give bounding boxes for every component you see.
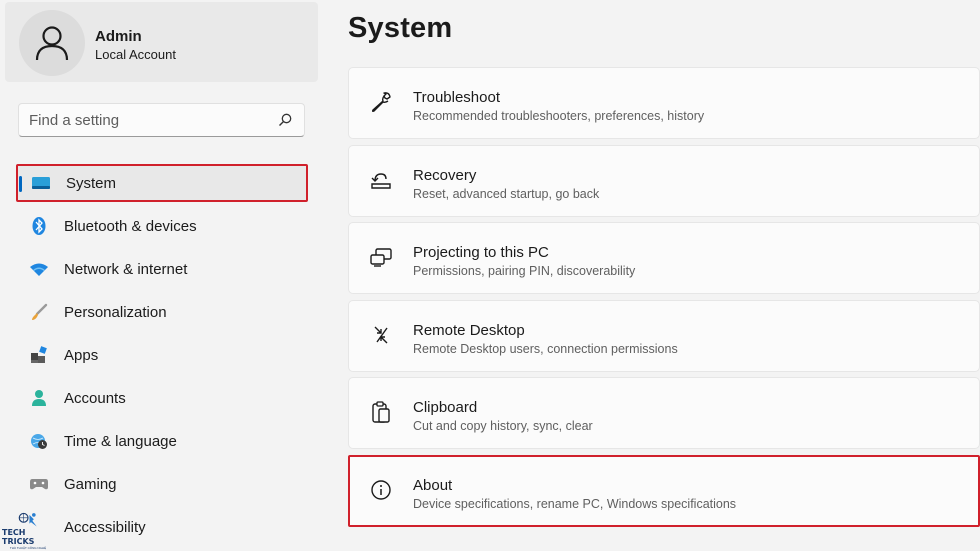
sidebar-nav: System Bluetooth & devices Network & int… [16, 164, 308, 551]
settings-card-remote-desktop[interactable]: Remote Desktop Remote Desktop users, con… [348, 299, 980, 372]
bluetooth-icon [28, 215, 50, 237]
card-description: Cut and copy history, sync, clear [413, 419, 593, 434]
user-name: Admin [95, 28, 142, 45]
person-icon [28, 387, 50, 409]
settings-card-troubleshoot[interactable]: Troubleshoot Recommended troubleshooters… [348, 67, 980, 139]
sidebar-item-personalization[interactable]: Personalization [16, 293, 308, 331]
tech-tricks-logo-icon [18, 512, 37, 527]
sidebar-item-gaming[interactable]: Gaming [16, 465, 308, 503]
settings-card-recovery[interactable]: Recovery Reset, advanced startup, go bac… [348, 144, 980, 217]
card-title: About [413, 476, 453, 494]
search-icon[interactable] [276, 111, 294, 129]
avatar[interactable] [19, 10, 85, 76]
info-icon [369, 478, 393, 502]
sidebar: Admin Local Account System [0, 0, 330, 551]
sidebar-item-time-language[interactable]: Time & language [16, 422, 308, 460]
settings-card-clipboard[interactable]: Clipboard Cut and copy history, sync, cl… [348, 377, 980, 450]
card-description: Permissions, pairing PIN, discoverabilit… [413, 264, 636, 279]
settings-card-about[interactable]: About Device specifications, rename PC, … [348, 454, 980, 527]
sidebar-item-label: Personalization [64, 303, 167, 321]
monitor-icon [30, 172, 52, 194]
wrench-icon [369, 90, 393, 114]
projecting-icon [369, 245, 393, 269]
sidebar-item-accessibility[interactable]: Accessibility [16, 508, 308, 546]
card-description: Device specifications, rename PC, Window… [413, 496, 737, 511]
card-title: Recovery [413, 166, 477, 184]
card-description: Remote Desktop users, connection permiss… [413, 341, 678, 356]
sidebar-item-apps[interactable]: Apps [16, 336, 308, 374]
sidebar-item-label: Accounts [64, 389, 126, 407]
card-title: Remote Desktop [413, 321, 525, 339]
watermark-title: TECH TRICKS [2, 528, 35, 546]
card-description: Recommended troubleshooters, preferences… [413, 109, 705, 123]
sidebar-item-label: Gaming [64, 475, 117, 493]
sidebar-item-label: Time & language [64, 432, 177, 450]
globe-clock-icon [28, 430, 50, 452]
sidebar-item-network[interactable]: Network & internet [16, 250, 308, 288]
recovery-icon [369, 168, 393, 192]
tech-tricks-watermark: TECH TRICKS THỦ THUẬT CÔNG NGHỆ [2, 512, 54, 550]
clipboard-icon [369, 400, 393, 424]
settings-card-projecting[interactable]: Projecting to this PC Permissions, pairi… [348, 222, 980, 295]
page-title: System [348, 12, 453, 44]
card-title: Projecting to this PC [413, 244, 549, 262]
user-account-type: Local Account [95, 47, 176, 62]
person-icon [35, 26, 69, 61]
sidebar-item-label: Apps [64, 346, 99, 364]
settings-list: Troubleshoot Recommended troubleshooters… [348, 67, 980, 533]
card-title: Troubleshoot [413, 89, 500, 106]
sidebar-item-label: System [66, 174, 117, 192]
user-profile-card[interactable]: Admin Local Account [5, 2, 318, 82]
sidebar-item-label: Bluetooth & devices [64, 217, 197, 235]
sidebar-item-system[interactable]: System [16, 164, 308, 202]
watermark-subtitle: THỦ THUẬT CÔNG NGHỆ [9, 546, 47, 550]
sidebar-item-bluetooth[interactable]: Bluetooth & devices [16, 207, 308, 245]
brush-icon [28, 301, 50, 323]
sidebar-item-accounts[interactable]: Accounts [16, 379, 308, 417]
wifi-icon [28, 258, 50, 280]
sidebar-item-label: Accessibility [64, 518, 146, 536]
search-input[interactable] [29, 111, 276, 129]
gamepad-icon [28, 473, 50, 495]
card-title: Clipboard [413, 399, 478, 417]
remote-desktop-icon [369, 323, 393, 347]
apps-icon [28, 344, 50, 366]
card-description: Reset, advanced startup, go back [413, 186, 600, 201]
sidebar-item-label: Network & internet [64, 260, 188, 278]
search-box[interactable] [18, 103, 305, 137]
